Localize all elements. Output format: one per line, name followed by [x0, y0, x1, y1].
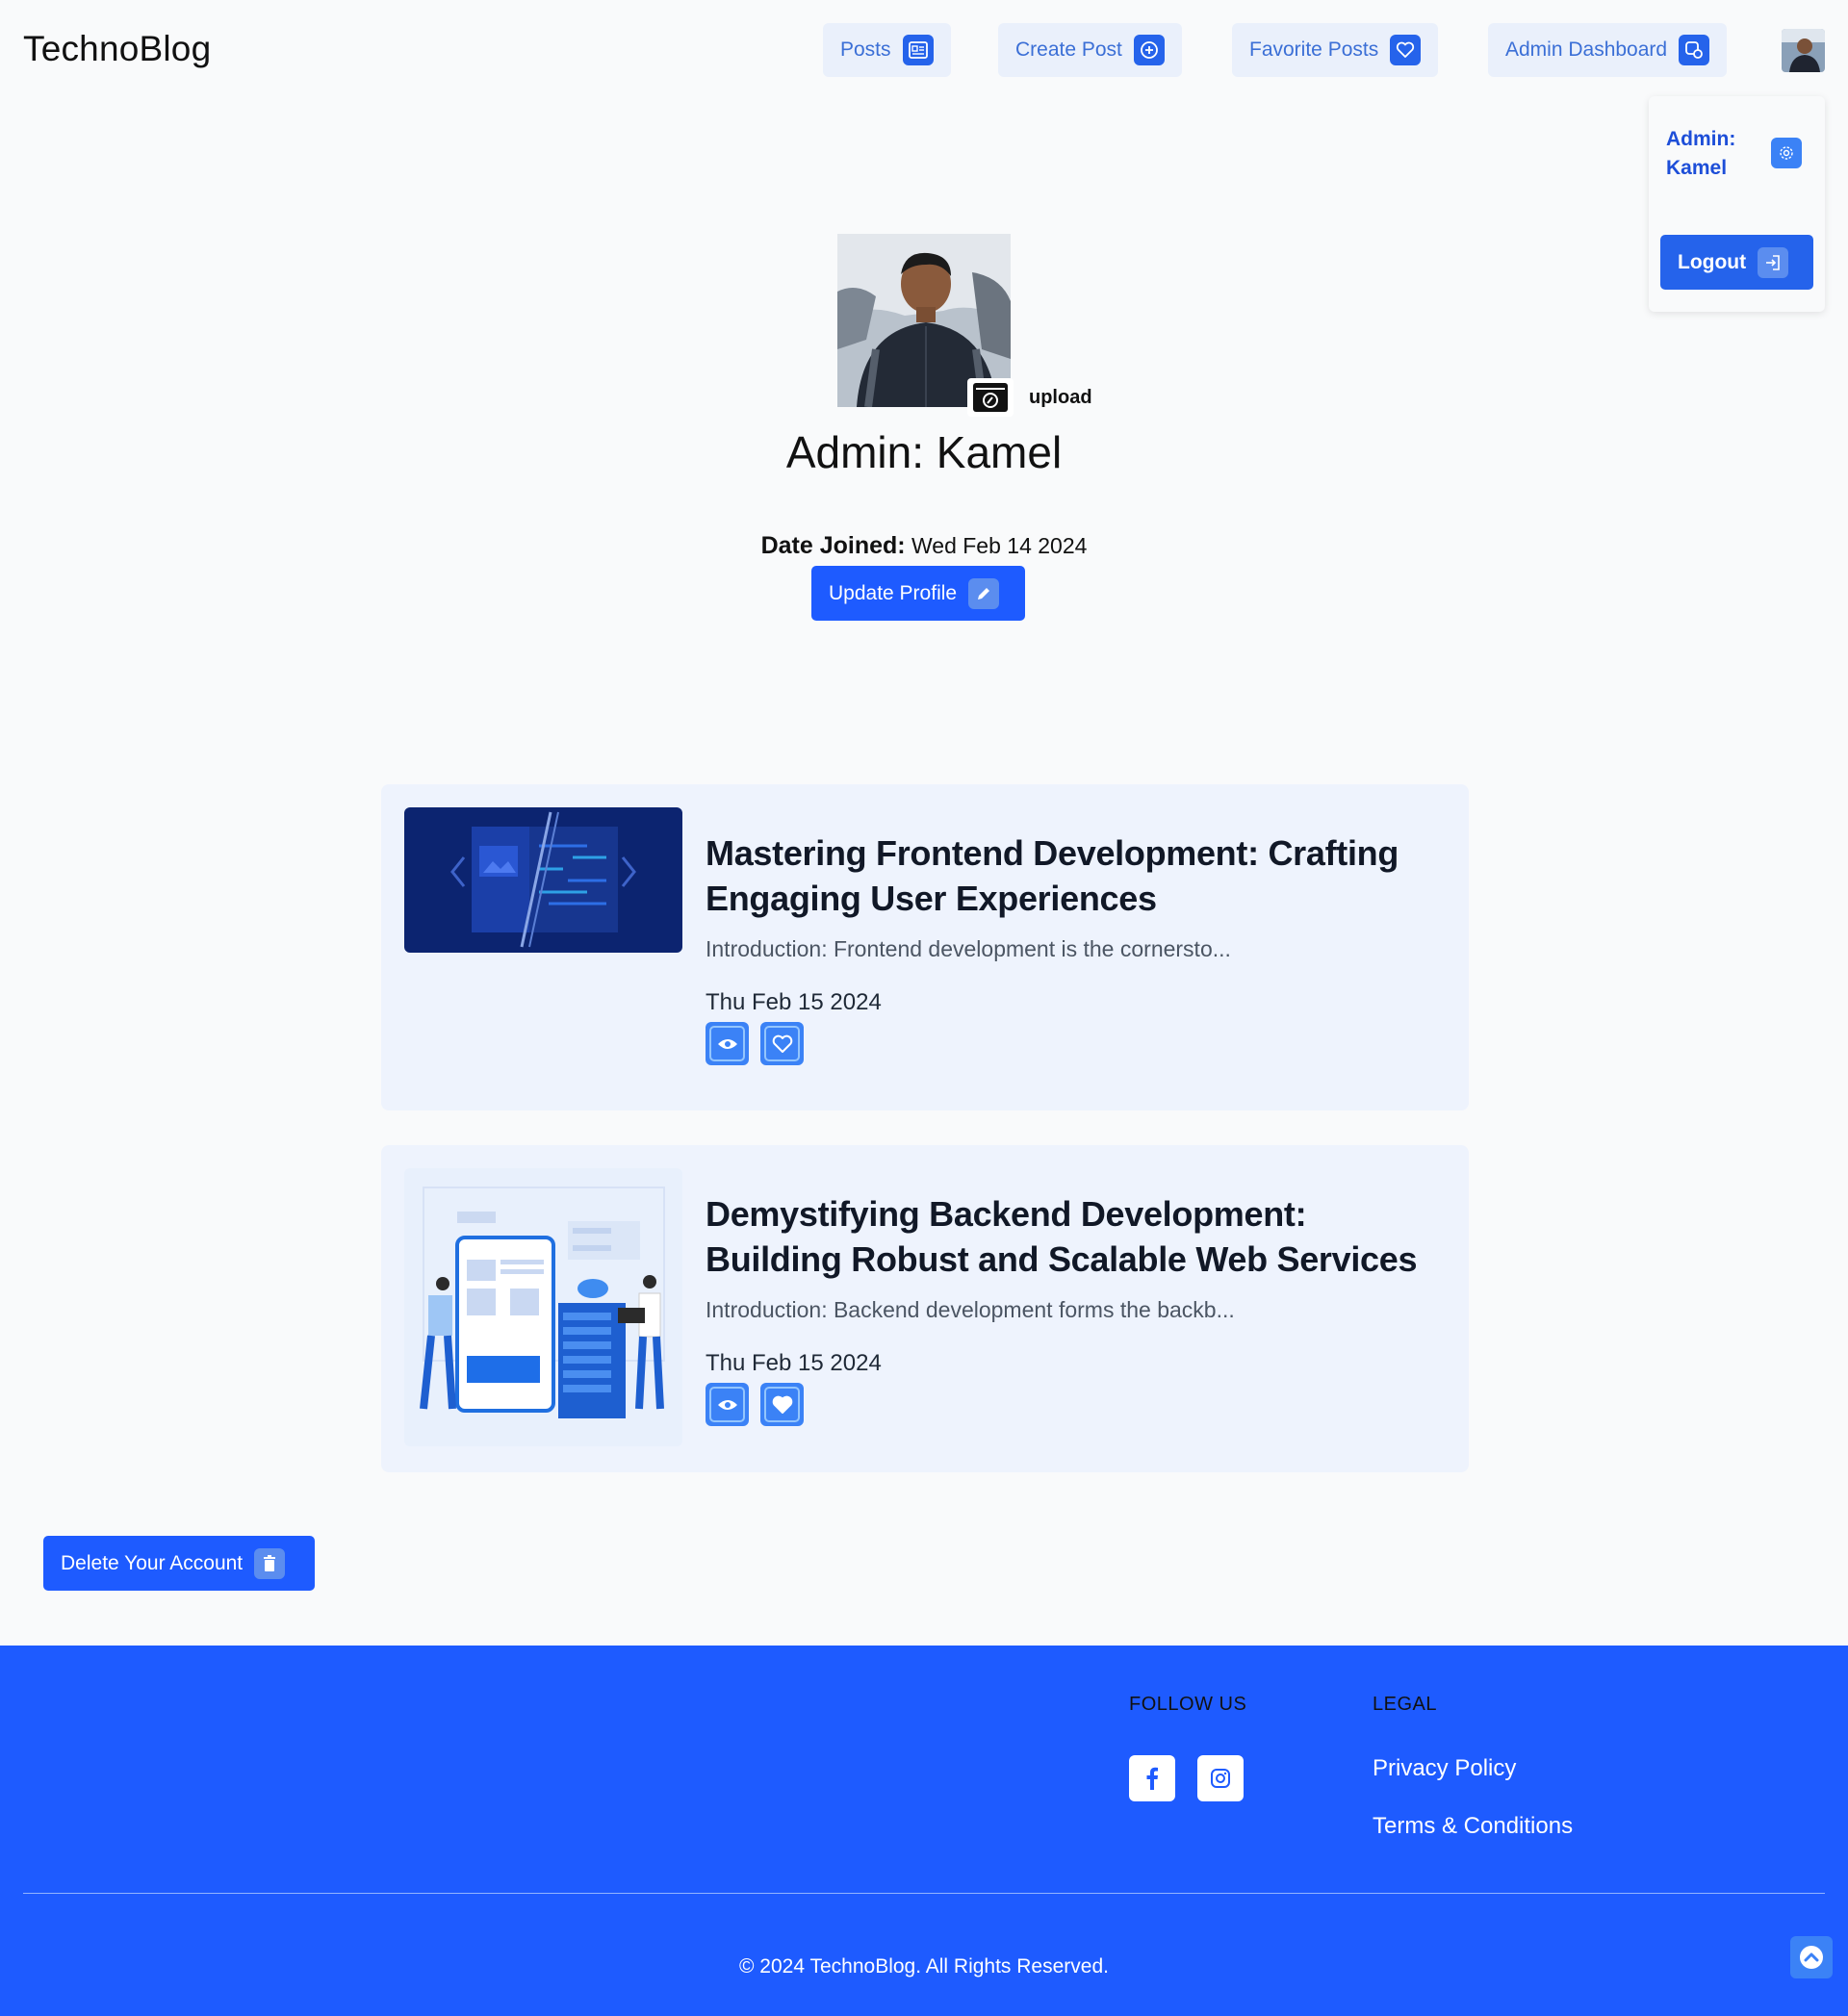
pencil-icon [968, 577, 1000, 609]
camera-icon[interactable] [967, 378, 1014, 417]
post-excerpt: Introduction: Frontend development is th… [706, 936, 1231, 961]
post-excerpt: Introduction: Backend development forms … [706, 1297, 1235, 1322]
post-actions [706, 1383, 804, 1426]
post-thumbnail[interactable] [404, 1168, 682, 1446]
dropdown-name-line2: Kamel [1666, 157, 1728, 179]
heart-outline-icon [764, 1026, 800, 1061]
update-profile-button[interactable]: Update Profile [811, 566, 1025, 621]
date-joined-label: Date Joined: [760, 532, 906, 559]
favorite-button[interactable] [760, 1022, 804, 1065]
date-joined-value: Wed Feb 14 2024 [911, 533, 1088, 558]
post-date: Thu Feb 15 2024 [706, 989, 882, 1015]
eye-icon [709, 1387, 745, 1422]
brand-logo[interactable]: TechnoBlog [23, 29, 211, 69]
post-actions [706, 1022, 804, 1065]
scroll-to-top-button[interactable] [1790, 1936, 1833, 1978]
heart-icon [1390, 35, 1422, 65]
nav-admin-dashboard[interactable]: Admin Dashboard [1488, 23, 1728, 77]
trash-icon [254, 1547, 286, 1579]
post-card[interactable]: Demystifying Backend Development: Buildi… [381, 1145, 1469, 1472]
delete-account-label: Delete Your Account [61, 1551, 244, 1574]
eye-icon [709, 1026, 745, 1061]
facebook-icon[interactable] [1129, 1755, 1175, 1801]
delete-account-button[interactable]: Delete Your Account [43, 1536, 315, 1591]
logout-button[interactable]: Logout [1660, 235, 1813, 290]
footer: FOLLOW US LEGAL Privacy Policy Terms & C… [0, 1646, 1848, 2016]
dropdown-name-line1: Admin: [1666, 128, 1736, 150]
copyright-text: © 2024 TechnoBlog. All Rights Reserved. [739, 1955, 1109, 1978]
nav-posts[interactable]: Posts [823, 23, 951, 77]
nav-favorite-posts-label: Favorite Posts [1249, 38, 1379, 61]
user-avatar[interactable] [1782, 29, 1825, 72]
newspaper-icon [902, 35, 934, 65]
nav-create-post-label: Create Post [1015, 38, 1122, 61]
view-post-button[interactable] [706, 1383, 749, 1426]
gear-icon[interactable] [1771, 138, 1802, 168]
header: TechnoBlog Posts Create Post Favorite Po… [0, 0, 1848, 102]
favorite-button[interactable] [760, 1383, 804, 1426]
nav-posts-label: Posts [840, 38, 891, 61]
instagram-icon[interactable] [1197, 1755, 1244, 1801]
dashboard-icon [1679, 35, 1710, 65]
update-profile-label: Update Profile [829, 581, 958, 604]
post-title[interactable]: Mastering Frontend Development: Crafting… [706, 830, 1437, 921]
privacy-policy-link[interactable]: Privacy Policy [1373, 1755, 1516, 1782]
logout-label: Logout [1678, 250, 1747, 273]
dropdown-user-name[interactable]: Admin: Kamel [1666, 125, 1753, 183]
post-date: Thu Feb 15 2024 [706, 1350, 882, 1376]
nav-create-post[interactable]: Create Post [998, 23, 1182, 77]
legal-heading: LEGAL [1373, 1694, 1437, 1715]
logout-icon [1758, 246, 1789, 278]
follow-us-heading: FOLLOW US [1129, 1694, 1247, 1715]
view-post-button[interactable] [706, 1022, 749, 1065]
nav-admin-dashboard-label: Admin Dashboard [1505, 38, 1668, 61]
heart-filled-icon [764, 1387, 800, 1422]
chevron-up-icon [1800, 1946, 1823, 1969]
profile-name: Admin: Kamel [785, 427, 1063, 477]
post-title[interactable]: Demystifying Backend Development: Buildi… [706, 1191, 1437, 1282]
nav-favorite-posts[interactable]: Favorite Posts [1232, 23, 1439, 77]
post-card[interactable]: Mastering Frontend Development: Crafting… [381, 784, 1469, 1110]
date-joined: Date Joined: Wed Feb 14 2024 [0, 532, 1848, 560]
post-thumbnail[interactable] [404, 807, 682, 953]
terms-conditions-link[interactable]: Terms & Conditions [1373, 1813, 1573, 1840]
plus-circle-icon [1133, 35, 1165, 65]
footer-divider [23, 1893, 1825, 1894]
upload-label[interactable]: upload [1029, 387, 1092, 409]
user-dropdown: Admin: Kamel Logout [1649, 96, 1825, 312]
